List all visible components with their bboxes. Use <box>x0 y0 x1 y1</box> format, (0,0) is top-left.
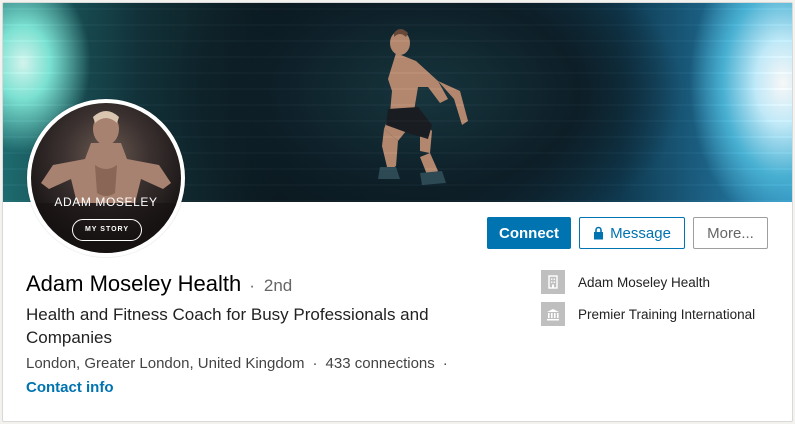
organization-list: Adam Moseley Health Premier Training Int… <box>541 270 755 334</box>
organization-item[interactable]: Adam Moseley Health <box>541 270 755 294</box>
more-button[interactable]: More... <box>693 217 768 249</box>
organization-item[interactable]: Premier Training International <box>541 302 755 326</box>
connection-degree: · 2nd <box>249 276 292 296</box>
name-row: Adam Moseley Health · 2nd <box>26 271 292 297</box>
degree-label: 2nd <box>263 276 293 295</box>
contact-info-link[interactable]: Contact info <box>26 379 114 396</box>
profile-avatar[interactable]: ADAM MOSELEY MY STORY <box>27 99 185 257</box>
profile-card: ADAM MOSELEY MY STORY Connect Message Mo… <box>2 2 793 422</box>
message-button[interactable]: Message <box>579 217 685 249</box>
profile-name: Adam Moseley Health <box>26 271 242 296</box>
profile-actions: Connect Message More... <box>487 217 768 249</box>
profile-headline: Health and Fitness Coach for Busy Profes… <box>26 305 429 347</box>
organization-name: Adam Moseley Health <box>578 274 711 290</box>
separator-dot: · <box>249 276 255 295</box>
my-story-button[interactable]: MY STORY <box>72 219 142 241</box>
avatar-overlay-name: ADAM MOSELEY <box>54 195 158 209</box>
separator-dot: · <box>442 355 448 372</box>
profile-meta: London, Greater London, United Kingdom ·… <box>26 355 448 372</box>
connections-count[interactable]: 433 connections <box>326 355 435 372</box>
building-icon <box>541 270 565 294</box>
school-icon <box>541 302 565 326</box>
organization-name: Premier Training International <box>578 306 756 322</box>
separator-dot: · <box>312 355 318 372</box>
lock-icon <box>594 226 604 240</box>
message-button-label: Message <box>610 224 671 242</box>
location-label: London, Greater London, United Kingdom <box>26 355 305 372</box>
connect-button[interactable]: Connect <box>487 217 571 249</box>
jumping-athlete-image <box>378 29 468 185</box>
